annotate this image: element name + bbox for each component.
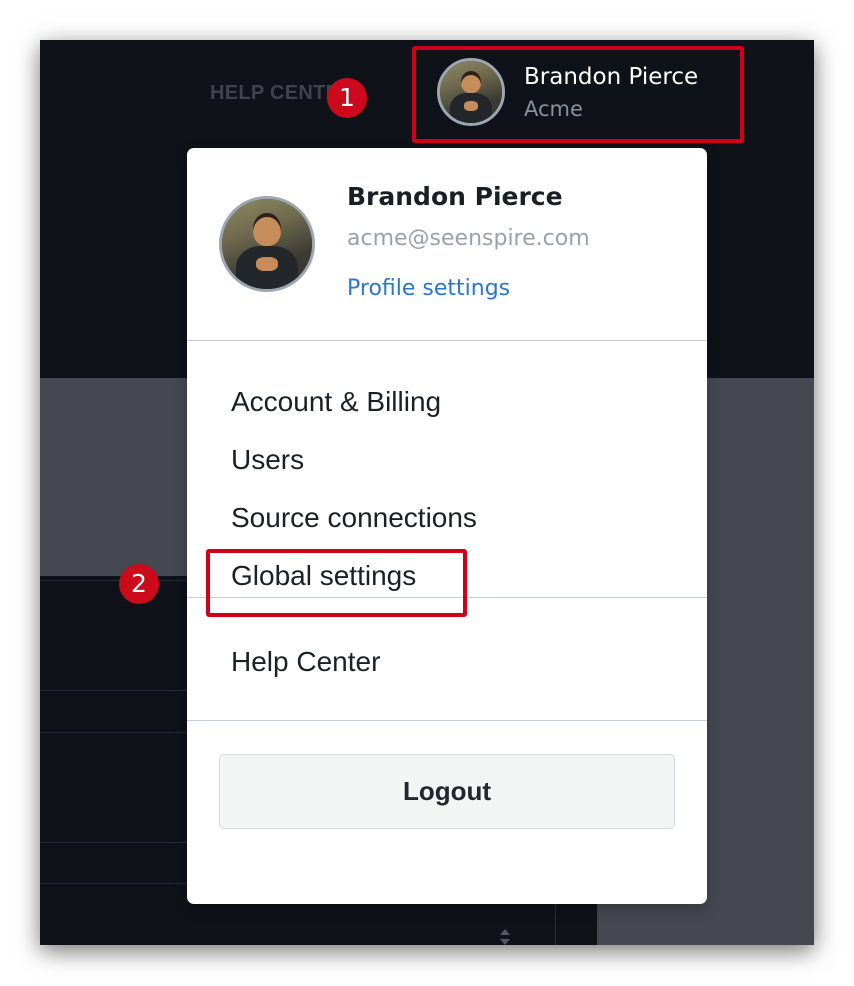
account-dropdown-menu: Brandon Pierce acme@seenspire.com Profil… (187, 148, 707, 904)
profile-avatar (219, 196, 315, 292)
profile-email: acme@seenspire.com (347, 226, 590, 251)
profile-summary: Brandon Pierce acme@seenspire.com Profil… (187, 148, 707, 340)
profile-settings-link[interactable]: Profile settings (347, 276, 510, 301)
menu-item-source-connections[interactable]: Source connections (231, 498, 707, 556)
logout-button[interactable]: Logout (219, 754, 675, 829)
highlight-global-settings (206, 549, 467, 617)
step-badge-2: 2 (119, 564, 159, 604)
step-badge-1: 1 (327, 78, 367, 118)
sort-icon[interactable] (499, 928, 511, 945)
highlight-user-menu (412, 46, 744, 143)
menu-item-account-billing[interactable]: Account & Billing (231, 382, 707, 440)
menu-item-users[interactable]: Users (231, 440, 707, 498)
profile-name: Brandon Pierce (347, 182, 563, 211)
menu-item-help-center[interactable]: Help Center (231, 642, 707, 700)
